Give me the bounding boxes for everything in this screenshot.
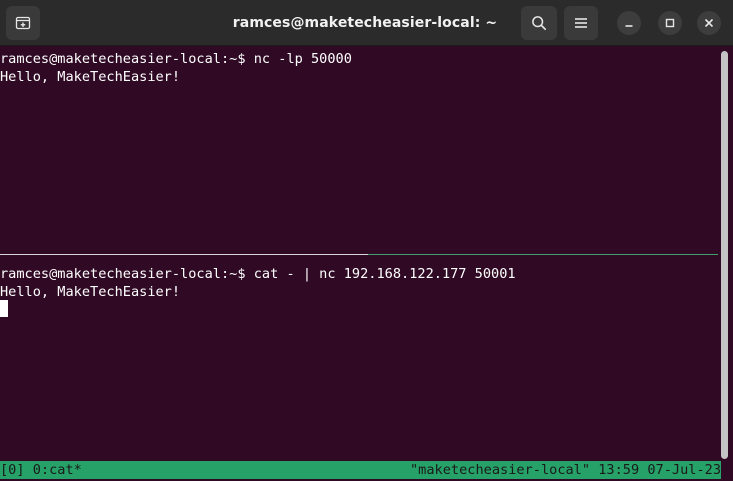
maximize-button[interactable] (658, 11, 682, 35)
pane-divider[interactable] (0, 254, 368, 255)
top-pane-output-line: Hello, MakeTechEasier! (0, 69, 181, 85)
maximize-icon (665, 18, 675, 28)
new-tab-icon (15, 15, 31, 31)
tmux-status-bar: [0] 0:cat* "maketecheasier-local" 13:59 … (0, 461, 721, 479)
window-title: ramces@maketecheasier-local: ~ (232, 15, 498, 31)
minimize-icon (624, 18, 634, 28)
minimize-button[interactable] (617, 11, 641, 35)
active-pane-border[interactable] (368, 254, 718, 255)
search-button[interactable] (521, 6, 557, 40)
close-icon (704, 18, 714, 28)
hamburger-menu-icon (574, 16, 588, 30)
bottom-pane-command-line: ramces@maketecheasier-local:~$ cat - | n… (0, 266, 516, 282)
header-bar: ramces@maketecheasier-local: ~ (0, 0, 733, 46)
bottom-pane-output-line: Hello, MakeTechEasier! (0, 284, 181, 300)
top-pane-command-line: ramces@maketecheasier-local:~$ nc -lp 50… (0, 51, 352, 67)
tmux-window-list: [0] 0:cat* (0, 462, 82, 478)
search-icon (531, 15, 547, 31)
tmux-host-clock: "maketecheasier-local" 13:59 07-Jul-23 (410, 462, 721, 478)
new-tab-button[interactable] (6, 6, 40, 40)
scrollbar[interactable] (721, 51, 728, 459)
text-cursor (0, 300, 8, 317)
main-menu-button[interactable] (564, 6, 598, 40)
close-button[interactable] (697, 11, 721, 35)
terminal-window: ramces@maketecheasier-local: ~ ramces@ma… (0, 0, 733, 481)
terminal-area[interactable]: ramces@maketecheasier-local:~$ nc -lp 50… (0, 46, 733, 481)
